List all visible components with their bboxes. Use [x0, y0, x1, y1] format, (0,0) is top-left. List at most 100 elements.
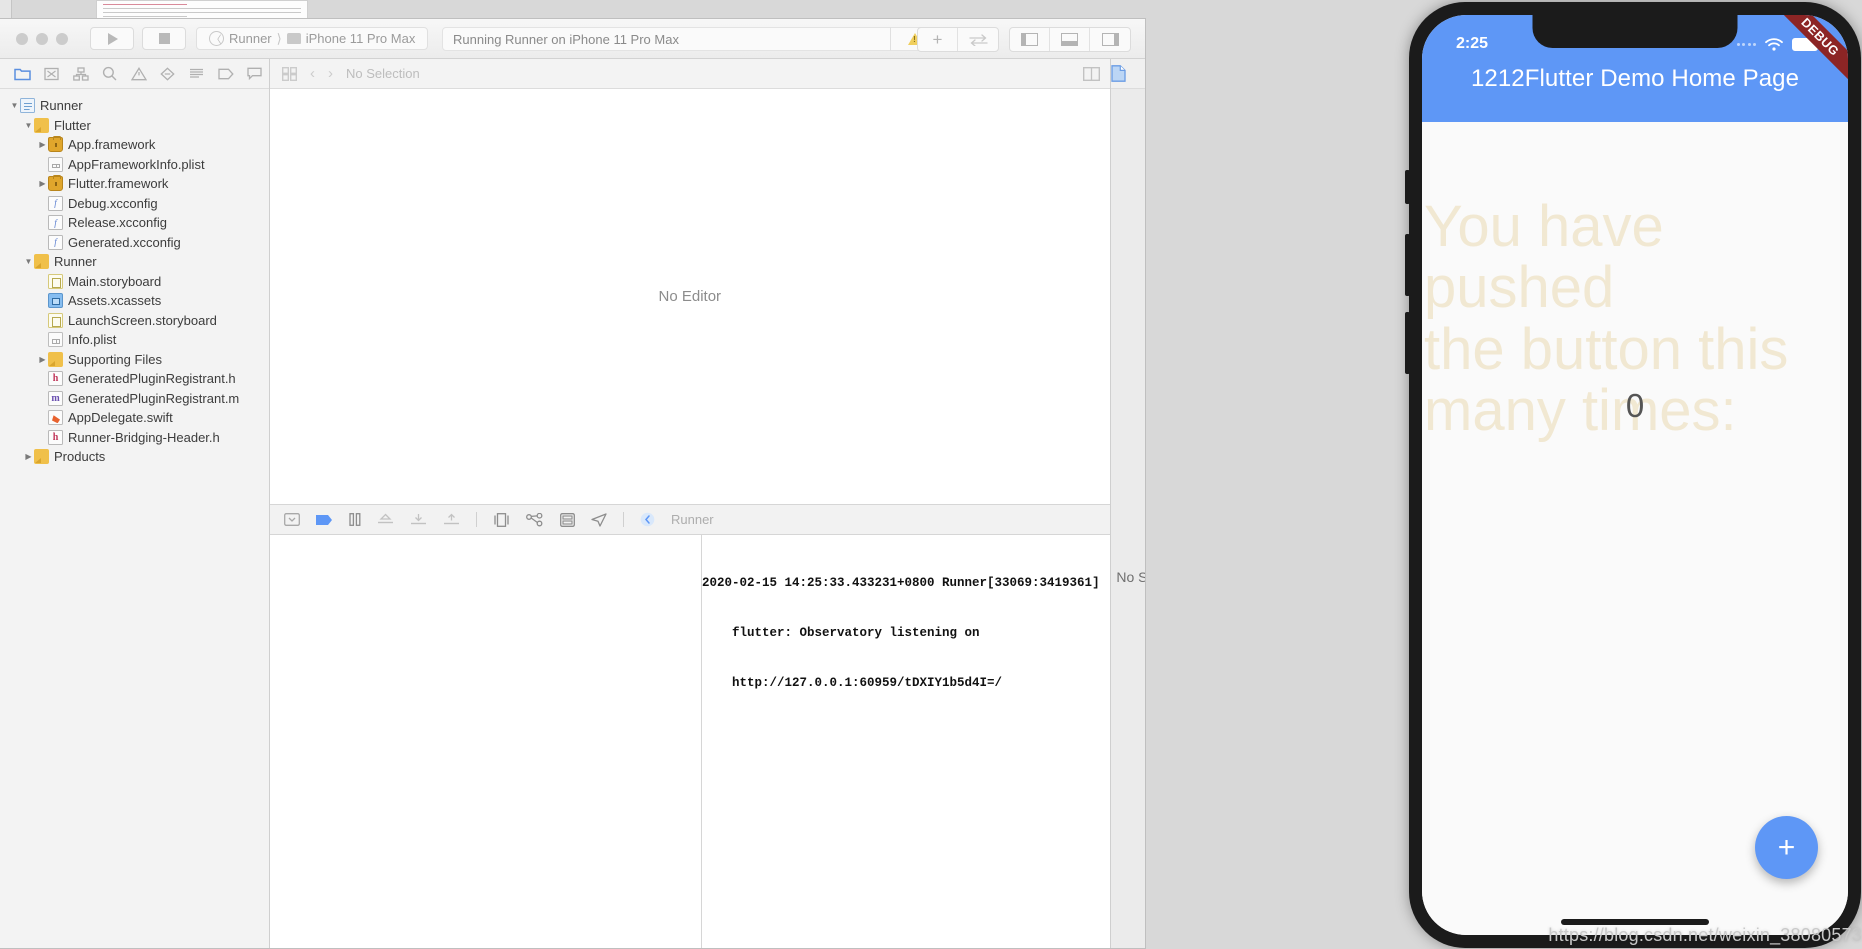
disclosure-triangle-icon[interactable] [37, 135, 48, 155]
run-button[interactable] [90, 27, 134, 50]
tree-row[interactable]: Runner [0, 252, 269, 272]
destination-name[interactable]: iPhone 11 Pro Max [306, 31, 416, 46]
console-output[interactable]: 2020-02-15 14:25:33.433231+0800 Runner[3… [702, 535, 1110, 948]
navigator-tab-find[interactable] [95, 59, 124, 89]
tree-row[interactable]: Flutter.framework [0, 174, 269, 194]
stop-button[interactable] [142, 27, 186, 50]
inspector-empty-state: No Selection [1111, 89, 1145, 948]
chevron-right-icon: ⟩ [276, 30, 282, 46]
folder-file-icon [48, 351, 63, 367]
storyboard-file-icon [48, 312, 63, 328]
simulate-location-icon[interactable] [591, 512, 607, 527]
ios-simulator-window[interactable]: 2:25 1212Flutter Demo Home Page DEBUG Yo… [1405, 2, 1861, 948]
plus-icon: + [932, 30, 943, 49]
tree-row[interactable]: m GeneratedPluginRegistrant.m [0, 389, 269, 409]
toggle-debug-area-button[interactable] [1050, 28, 1090, 51]
tree-row[interactable]: Flutter [0, 116, 269, 136]
disclosure-triangle-icon[interactable] [23, 116, 34, 136]
inspector-tab-file[interactable] [1110, 65, 1126, 82]
tree-row[interactable]: LaunchScreen.storyboard [0, 311, 269, 331]
counter-value: 0 [1625, 387, 1645, 424]
zoom-button[interactable] [56, 32, 68, 45]
step-out-icon[interactable] [443, 513, 460, 526]
add-editor-button[interactable]: + [918, 28, 958, 51]
disclosure-triangle-icon[interactable] [23, 252, 34, 272]
disclosure-triangle-icon[interactable] [37, 174, 48, 194]
navigator-tab-tests[interactable] [153, 59, 182, 89]
increment-fab[interactable]: + [1755, 816, 1818, 879]
tree-row[interactable]: AppFrameworkInfo.plist [0, 155, 269, 175]
volume-down-button[interactable] [1405, 312, 1410, 374]
search-icon [102, 66, 117, 81]
close-button[interactable] [16, 32, 28, 45]
tree-row[interactable]: Main.storyboard [0, 272, 269, 292]
tree-row[interactable]: f Generated.xcconfig [0, 233, 269, 253]
run-stop-group [90, 27, 186, 50]
background-window-line [103, 11, 301, 13]
step-over-icon[interactable] [377, 513, 394, 526]
navigator-tab-project[interactable] [8, 59, 37, 89]
minimize-button[interactable] [36, 32, 48, 45]
simulator-screen[interactable]: 2:25 1212Flutter Demo Home Page DEBUG Yo… [1422, 15, 1848, 935]
tree-row[interactable]: f Release.xcconfig [0, 213, 269, 233]
scheme-destination-bar[interactable]: 〈 Runner ⟩ iPhone 11 Pro Max [196, 27, 429, 50]
tree-row[interactable]: Assets.xcassets [0, 291, 269, 311]
go-back-icon[interactable]: ‹ [310, 65, 315, 82]
disclosure-triangle-icon[interactable] [9, 96, 20, 116]
tree-row[interactable]: App.framework [0, 135, 269, 155]
tree-row[interactable]: Products [0, 447, 269, 467]
tree-row[interactable]: Info.plist [0, 330, 269, 350]
xcconfig-file-icon: f [48, 215, 63, 231]
step-into-icon[interactable] [410, 513, 427, 526]
editor-pane: ‹ › No Selection No Editor Runner 2020-0… [270, 59, 1110, 948]
scheme-name[interactable]: Runner [229, 31, 272, 46]
list-lines-icon [190, 68, 203, 78]
debug-view-hierarchy-icon[interactable] [493, 512, 510, 527]
window-body: Runner Flutter App.framework AppFrameworkIn… [0, 59, 1145, 948]
compare-editor-button[interactable] [958, 28, 998, 51]
navigator-tab-debug[interactable] [182, 59, 211, 89]
debug-process-label[interactable]: Runner [671, 512, 714, 527]
background-window-line [103, 3, 187, 5]
tree-row-label: Flutter.framework [68, 176, 169, 192]
fw-file-icon [48, 135, 63, 153]
console-line: flutter: Observatory listening on [732, 625, 980, 640]
assistant-editor-icon[interactable] [1082, 67, 1100, 81]
navigator-tab-symbols[interactable] [66, 59, 95, 89]
editor-jump-bar: ‹ › No Selection [270, 59, 1110, 89]
console-filter-toggle-icon[interactable] [284, 513, 300, 526]
tree-row[interactable]: Runner [0, 96, 269, 116]
tree-row-label: Supporting Files [68, 351, 162, 367]
variables-view[interactable] [270, 535, 702, 948]
tree-row[interactable]: h Runner-Bridging-Header.h [0, 428, 269, 448]
volume-up-button[interactable] [1405, 234, 1410, 296]
navigator-tab-issues[interactable] [124, 59, 153, 89]
project-tree[interactable]: Runner Flutter App.framework AppFrameworkIn… [0, 89, 269, 948]
environment-overrides-icon[interactable] [560, 512, 575, 527]
tree-row[interactable]: Supporting Files [0, 350, 269, 370]
h-file-icon: h [48, 429, 63, 445]
debug-memory-graph-icon[interactable] [526, 512, 544, 527]
disclosure-triangle-icon[interactable] [23, 447, 34, 467]
navigator-tab-reports[interactable] [240, 59, 269, 89]
toggle-navigator-button[interactable] [1010, 28, 1050, 51]
stop-icon [158, 33, 170, 44]
related-items-icon[interactable] [282, 66, 297, 81]
continue-flag-icon[interactable] [316, 514, 333, 526]
silent-switch[interactable] [1405, 170, 1410, 204]
tree-row[interactable]: AppDelegate.swift [0, 408, 269, 428]
go-forward-icon[interactable]: › [328, 65, 333, 82]
toggle-inspector-button[interactable] [1090, 28, 1130, 51]
navigator-tab-breakpoints[interactable] [211, 59, 240, 89]
navigator-tab-source-control[interactable] [37, 59, 66, 89]
compare-arrows-icon [968, 33, 988, 46]
tree-row[interactable]: h GeneratedPluginRegistrant.h [0, 369, 269, 389]
pause-icon[interactable] [349, 513, 361, 526]
panel-bottom-icon [1061, 33, 1078, 46]
tree-row[interactable]: f Debug.xcconfig [0, 194, 269, 214]
disclosure-triangle-icon[interactable] [37, 350, 48, 370]
